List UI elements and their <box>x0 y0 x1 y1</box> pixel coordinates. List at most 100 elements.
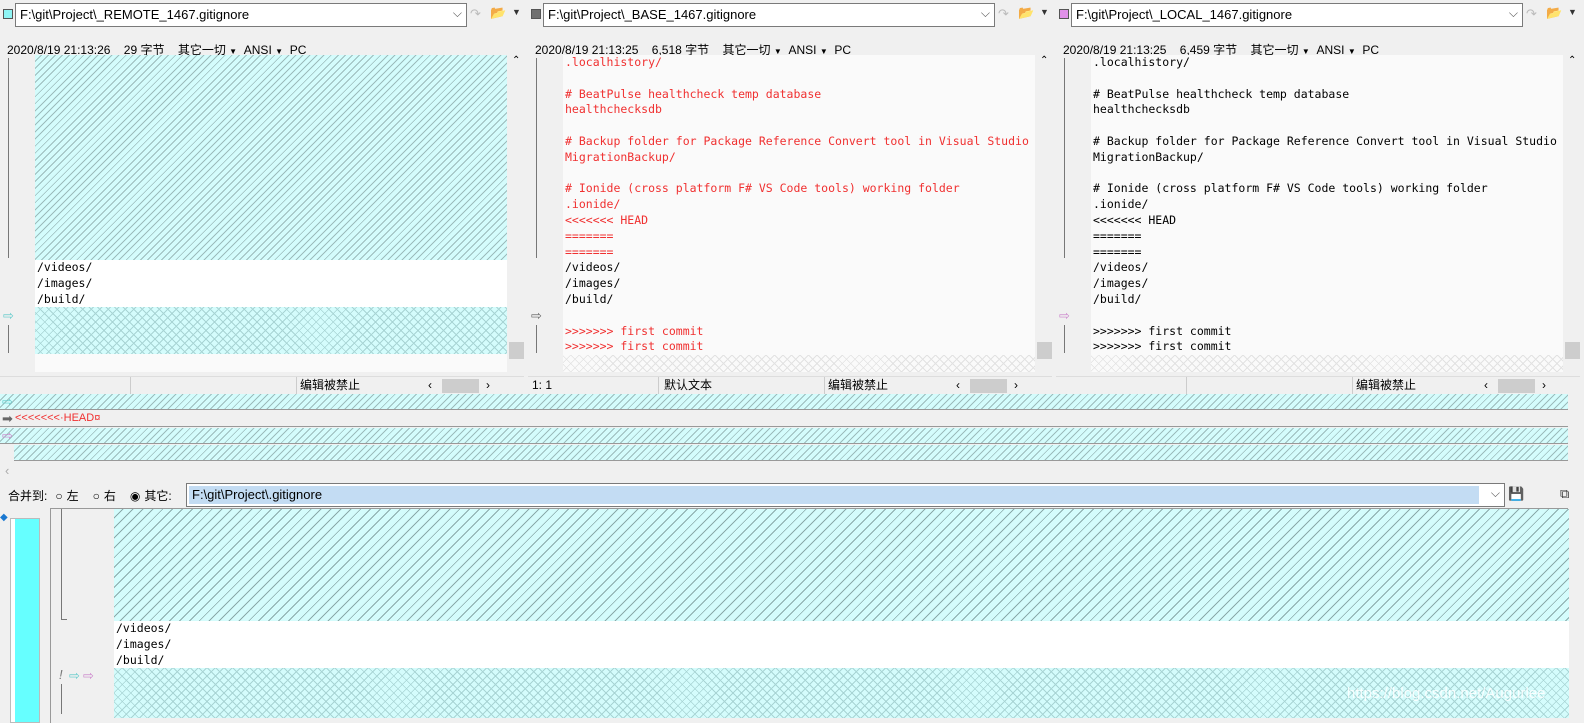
folder-open-icon[interactable]: 📂 <box>490 5 506 21</box>
file-path: F:\git\Project\_BASE_1467.gitignore <box>548 7 757 22</box>
radio-left-label: 左 <box>66 489 79 503</box>
scroll-left-icon[interactable]: ‹ <box>1484 377 1488 394</box>
status-bar: 1: 1 默认文本 编辑被禁止 ‹ › <box>528 376 1052 394</box>
scroll-right-icon[interactable]: › <box>486 377 490 394</box>
summary-row-local: ⇨ <box>0 428 1568 444</box>
overview-bar[interactable] <box>10 518 40 723</box>
summary-base-text: <<<<<<<·HEAD¤ <box>15 412 101 424</box>
text-line: .localhistory/ <box>565 55 662 69</box>
text-line: # BeatPulse healthcheck temp database <box>565 86 822 101</box>
text-line <box>1091 308 1563 324</box>
scroll-right-icon[interactable]: › <box>1542 377 1546 394</box>
dropdown-icon[interactable]: ▼ <box>1040 7 1049 17</box>
chevron-down-icon[interactable]: ⌵ <box>1491 486 1500 501</box>
scroll-left-icon[interactable]: ‹ <box>428 377 432 394</box>
file-path: F:\git\Project\_REMOTE_1467.gitignore <box>20 7 250 22</box>
text-line: ======= <box>1093 228 1142 243</box>
text-line: /build/ <box>1093 291 1142 306</box>
merge-output[interactable]: /videos/ /images/ /build/ ! ⇨ ⇨ https://… <box>50 508 1569 723</box>
text-line: # Backup folder for Package Reference Co… <box>1093 133 1563 148</box>
scroll-up-icon[interactable]: ⌃ <box>1040 55 1048 66</box>
merge-line: /build/ <box>116 652 165 667</box>
scroll-left-icon[interactable]: ‹ <box>956 377 960 394</box>
text-line: /images/ <box>565 276 621 291</box>
reload-icon[interactable]: ↷ <box>1526 6 1537 22</box>
text-line: ======= <box>565 244 614 259</box>
text-line: ======= <box>1093 244 1142 259</box>
horizontal-scroll-thumb[interactable] <box>1498 379 1535 393</box>
arrow-right-icon: ⇨ <box>531 308 542 323</box>
edit-status: 编辑被禁止 <box>1356 378 1417 392</box>
radio-other[interactable]: ◉ <box>130 489 140 503</box>
arrow-right-icon: ⇨ <box>83 668 94 683</box>
merge-line: /videos/ <box>116 621 172 635</box>
merge-path-value: F:\git\Project\.gitignore <box>189 486 1479 504</box>
text-line: MigrationBackup/ <box>1093 149 1204 164</box>
text-line <box>563 71 1035 87</box>
cursor-position: 1: 1 <box>532 378 553 392</box>
radio-right-label: 右 <box>103 489 116 503</box>
chevron-down-icon[interactable]: ⌵ <box>453 6 462 21</box>
scroll-right-icon[interactable]: › <box>1014 377 1018 394</box>
text-line <box>563 118 1035 134</box>
window-icon[interactable]: ⧉ <box>1560 486 1569 502</box>
text-line: <<<<<<< HEAD <box>1093 212 1177 227</box>
folder-open-icon[interactable]: 📂 <box>1018 5 1034 21</box>
pane-color-swatch <box>3 9 13 19</box>
scroll-up-icon[interactable]: ⌃ <box>512 55 520 66</box>
file-path-combo[interactable]: F:\git\Project\_REMOTE_1467.gitignore ⌵ <box>15 3 467 27</box>
radio-left[interactable]: ○ <box>55 489 62 503</box>
save-icon[interactable]: 💾 <box>1508 486 1524 502</box>
vertical-scrollbar[interactable]: ⌃ <box>1564 55 1581 372</box>
file-path-combo[interactable]: F:\git\Project\_BASE_1467.gitignore ⌵ <box>543 3 995 27</box>
text-line: # BeatPulse healthcheck temp database <box>1093 86 1350 101</box>
text-line: <<<<<<< HEAD <box>565 212 649 227</box>
horizontal-scroll-thumb[interactable] <box>442 379 479 393</box>
text-line: MigrationBackup/ <box>565 149 676 164</box>
reload-icon[interactable]: ↷ <box>470 6 481 22</box>
text-view-local[interactable]: .localhistory/ # BeatPulse healthcheck te… <box>1091 55 1563 372</box>
conflict-marker: ! <box>59 667 63 682</box>
text-line: >>>>>>> first commit <box>1093 339 1232 354</box>
reload-icon[interactable]: ↷ <box>998 6 1009 22</box>
vertical-scrollbar[interactable]: ⌃ <box>1036 55 1053 372</box>
text-line <box>1091 166 1563 182</box>
horizontal-scroll-thumb[interactable] <box>970 379 1007 393</box>
scroll-left-icon[interactable]: ‹ <box>5 463 9 478</box>
chevron-down-icon[interactable]: ⌵ <box>981 6 990 21</box>
text-line: # Ionide (cross platform F# VS Code tool… <box>565 181 960 196</box>
text-view-base[interactable]: .localhistory/ # BeatPulse healthcheck te… <box>563 55 1035 372</box>
radio-right[interactable]: ○ <box>93 489 100 503</box>
scroll-up-icon[interactable]: ⌃ <box>1568 55 1576 66</box>
folder-open-icon[interactable]: 📂 <box>1546 5 1562 21</box>
arrow-right-icon: ⇨ <box>3 308 14 323</box>
watermark: https://blog.csdn.net/Augurlee <box>1347 685 1546 702</box>
text-view-remote[interactable]: /videos//images//build/ <box>35 55 507 372</box>
summary-row-base: ➡ <<<<<<<·HEAD¤ <box>0 411 1568 427</box>
text-line: ======= <box>565 228 614 243</box>
merge-label: 合并到: <box>8 489 48 503</box>
text-line: >>>>>>> first commit <box>565 339 704 354</box>
file-path-combo[interactable]: F:\git\Project\_LOCAL_1467.gitignore ⌵ <box>1071 3 1523 27</box>
text-line: /images/ <box>1093 276 1149 291</box>
text-line: # Backup folder for Package Reference Co… <box>565 133 1035 148</box>
vertical-scrollbar[interactable]: ⌃ <box>508 55 525 372</box>
dropdown-icon[interactable]: ▼ <box>1568 7 1577 17</box>
file-path: F:\git\Project\_LOCAL_1467.gitignore <box>1076 7 1293 22</box>
merge-target: 合并到: ○ 左 ○ 右 ◉ 其它: <box>8 487 172 504</box>
text-line: /videos/ <box>1093 260 1149 275</box>
chevron-down-icon[interactable]: ⌵ <box>1509 6 1518 21</box>
text-line: /videos/ <box>565 260 621 275</box>
text-line: /videos/ <box>37 260 93 274</box>
text-line: healthchecksdb <box>565 102 662 117</box>
text-line: >>>>>>> first commit <box>1093 323 1232 338</box>
pane-color-swatch <box>531 9 541 19</box>
syntax-mode: 默认文本 <box>664 378 713 392</box>
arrow-right-icon: ➡ <box>2 411 13 426</box>
text-line: /build/ <box>37 291 86 306</box>
edit-status: 编辑被禁止 <box>828 378 889 392</box>
text-line: healthchecksdb <box>1093 102 1190 117</box>
merge-path-input[interactable]: F:\git\Project\.gitignore ⌵ <box>186 483 1505 507</box>
dropdown-icon[interactable]: ▼ <box>512 7 521 17</box>
arrow-right-icon: ⇨ <box>2 394 13 409</box>
